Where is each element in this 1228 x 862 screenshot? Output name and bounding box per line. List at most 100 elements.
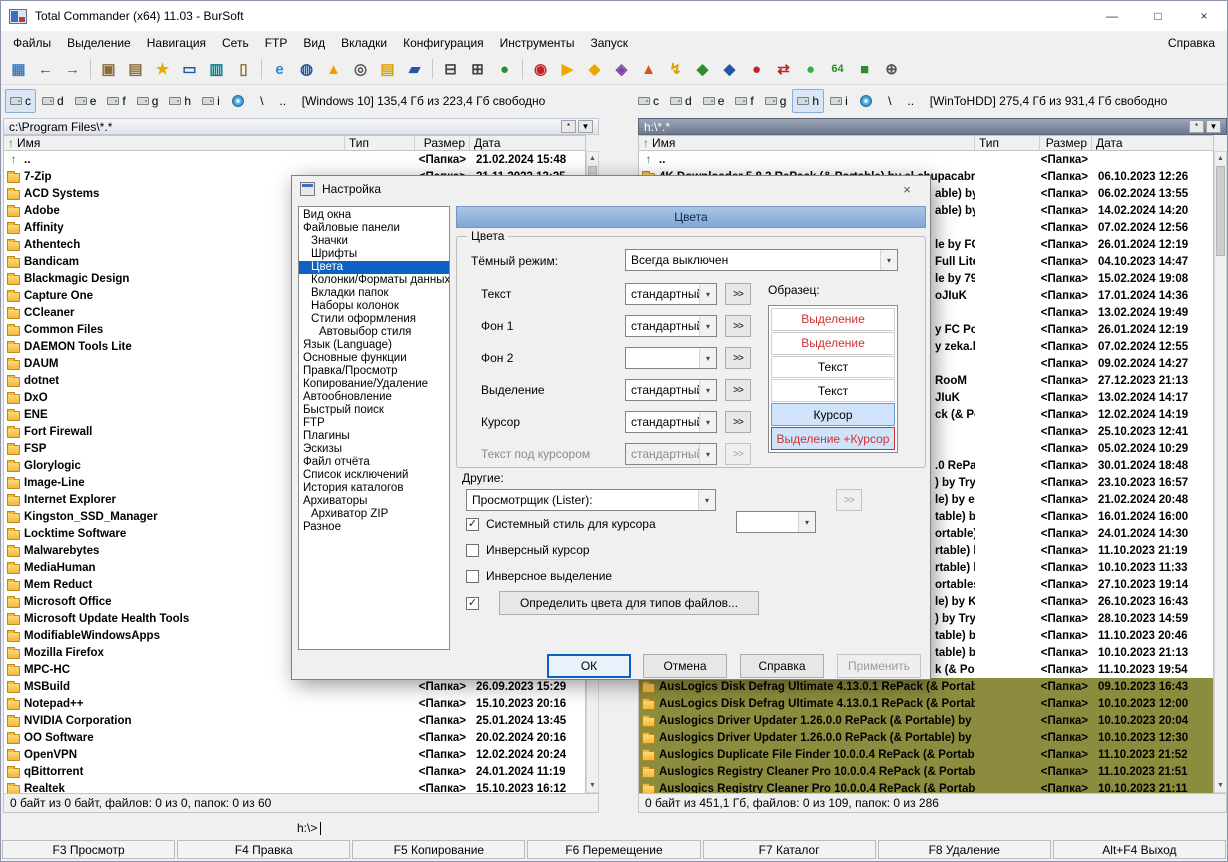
checkbox[interactable] [466, 544, 479, 557]
back-icon[interactable]: ← [32, 56, 59, 82]
lister-combo[interactable]: Просмотрщик (Lister): ▾ [466, 489, 716, 511]
dark-mode-combo[interactable]: Всегда выключен ▾ [625, 249, 898, 271]
clipboard-icon[interactable]: ▯ [230, 56, 257, 82]
menu-item[interactable]: Вид [295, 33, 333, 53]
forward-icon[interactable]: → [59, 56, 86, 82]
file-row[interactable]: qBittorrent<Папка>24.01.2024 11:19 [4, 763, 585, 780]
settings-nav-item[interactable]: Архиваторы [299, 495, 449, 508]
drive-c-button[interactable]: c [633, 89, 664, 113]
checkbox[interactable]: ✓ [466, 518, 479, 531]
compass-icon[interactable]: ◈ [608, 56, 635, 82]
settings-nav-item[interactable]: Значки [299, 235, 449, 248]
settings-nav-item[interactable]: Список исключений [299, 469, 449, 482]
drive-i-button[interactable]: i [825, 89, 853, 113]
settings-nav-item[interactable]: Язык (Language) [299, 339, 449, 352]
red-ball-icon[interactable]: ● [743, 56, 770, 82]
path-bar-right[interactable]: h:\*.* * ▼ [638, 118, 1227, 135]
settings-nav-item[interactable]: Плагины [299, 430, 449, 443]
settings-nav-item[interactable]: Вид окна [299, 209, 449, 222]
history-dropdown-icon[interactable]: ▼ [578, 120, 593, 133]
fkey-button[interactable]: F6 Перемещение [527, 840, 700, 859]
more-colors-button[interactable]: >> [725, 315, 751, 337]
scroll-thumb[interactable] [1216, 166, 1225, 256]
more-colors-button[interactable]: >> [725, 411, 751, 433]
fkey-button[interactable]: F4 Правка [177, 840, 350, 859]
favorites-icon[interactable]: ★ [149, 56, 176, 82]
more-colors-button[interactable]: >> [725, 347, 751, 369]
file-row[interactable]: Realtek<Папка>15.10.2023 16:12 [4, 780, 585, 793]
file-row[interactable]: Auslogics Registry Cleaner Pro 10.0.0.4 … [639, 780, 1213, 793]
settings-nav-item[interactable]: Цвета [299, 261, 449, 274]
file-row[interactable]: OpenVPN<Папка>12.02.2024 20:24 [4, 746, 585, 763]
ie-browser-icon[interactable]: e [266, 56, 293, 82]
magnifier-icon[interactable]: ◎ [347, 56, 374, 82]
path-bar-left[interactable]: c:\Program Files\*.* * ▼ [3, 118, 599, 135]
file-row[interactable]: AusLogics Disk Defrag Ultimate 4.13.0.1 … [639, 695, 1213, 712]
cdrom-button[interactable] [226, 89, 251, 113]
shield-green-icon[interactable]: ◆ [689, 56, 716, 82]
fkey-button[interactable]: F3 Просмотр [2, 840, 175, 859]
settings-nav-item[interactable]: Копирование/Удаление [299, 378, 449, 391]
menu-item-help[interactable]: Справка [1160, 33, 1223, 53]
menu-item[interactable]: Файлы [5, 33, 59, 53]
filetype-colors-checkbox[interactable]: ✓ [466, 597, 479, 610]
column-header-name[interactable]: ↑ Имя [639, 136, 975, 150]
compare-icon[interactable]: ▥ [203, 56, 230, 82]
column-header-size[interactable]: Размер [415, 136, 470, 150]
blue-folder-icon[interactable]: ▰ [401, 56, 428, 82]
settings-nav-item[interactable]: Архиватор ZIP [299, 508, 449, 521]
file-row[interactable]: Auslogics Driver Updater 1.26.0.0 RePack… [639, 729, 1213, 746]
drive-f-button[interactable]: f [730, 89, 758, 113]
shield-blue-icon[interactable]: ◆ [716, 56, 743, 82]
column-header-date[interactable]: Дата [470, 136, 585, 150]
color-combo[interactable]: ▾ [625, 347, 717, 369]
drive-i-button[interactable]: i [197, 89, 225, 113]
file-row[interactable]: ↑..<Папка> [639, 151, 1213, 168]
fkey-button[interactable]: F8 Удаление [878, 840, 1051, 859]
fkey-button[interactable]: F5 Копирование [352, 840, 525, 859]
drive-d-button[interactable]: d [37, 89, 69, 113]
cdrom-button[interactable] [854, 89, 879, 113]
pack-files-icon[interactable]: ▣ [95, 56, 122, 82]
media-play-icon[interactable]: ▶ [554, 56, 581, 82]
file-row[interactable]: Auslogics Registry Cleaner Pro 10.0.0.4 … [639, 763, 1213, 780]
settings-nav-item[interactable]: Файл отчёта [299, 456, 449, 469]
drive-e-button[interactable]: e [70, 89, 102, 113]
color-combo[interactable]: стандартный▾ [625, 411, 717, 433]
scroll-down-icon[interactable]: ▼ [587, 779, 598, 792]
drive-d-button[interactable]: d [665, 89, 697, 113]
root-dir-button[interactable]: \ [880, 89, 900, 113]
green-box-icon[interactable]: ■ [851, 56, 878, 82]
drive-f-button[interactable]: f [102, 89, 130, 113]
file-row[interactable]: ↑..<Папка>21.02.2024 15:48 [4, 151, 585, 168]
drive-g-button[interactable]: g [132, 89, 164, 113]
menu-item[interactable]: Запуск [583, 33, 637, 53]
dialog-close-icon[interactable]: × [892, 178, 922, 200]
menu-item[interactable]: Конфигурация [395, 33, 492, 53]
drive-c-button[interactable]: c [5, 89, 36, 113]
file-row[interactable]: OO Software<Папка>20.02.2024 20:16 [4, 729, 585, 746]
settings-nav-item[interactable]: Автообновление [299, 391, 449, 404]
menu-item[interactable]: Сеть [214, 33, 257, 53]
filter-button[interactable]: * [1189, 120, 1204, 133]
scroll-down-icon[interactable]: ▼ [1215, 779, 1226, 792]
scroll-up-icon[interactable]: ▲ [1215, 152, 1226, 165]
vertical-panels-icon[interactable]: ⊞ [464, 56, 491, 82]
column-header-date[interactable]: Дата [1092, 136, 1213, 150]
flame-icon[interactable]: ▲ [635, 56, 662, 82]
settings-nav-item[interactable]: Файловые панели [299, 222, 449, 235]
edit-file-icon[interactable]: ▭ [176, 56, 203, 82]
menu-item[interactable]: Вкладки [333, 33, 395, 53]
file-row[interactable]: Notepad++<Папка>15.10.2023 20:16 [4, 695, 585, 712]
menu-item[interactable]: Выделение [59, 33, 139, 53]
shield-yellow-icon[interactable]: ◆ [581, 56, 608, 82]
minimize-button[interactable]: — [1089, 1, 1135, 31]
settings-nav-item[interactable]: Быстрый поиск [299, 404, 449, 417]
fkey-button[interactable]: F7 Каталог [703, 840, 876, 859]
filetype-colors-button[interactable]: Определить цвета для типов файлов... [499, 591, 759, 615]
menu-item[interactable]: FTP [257, 33, 296, 53]
settings-nav-item[interactable]: Колонки/Форматы данных [299, 274, 449, 287]
settings-nav-item[interactable]: Автовыбор стиля [299, 326, 449, 339]
lister-color-combo[interactable]: ▾ [736, 511, 816, 533]
more-colors-button[interactable]: >> [725, 379, 751, 401]
